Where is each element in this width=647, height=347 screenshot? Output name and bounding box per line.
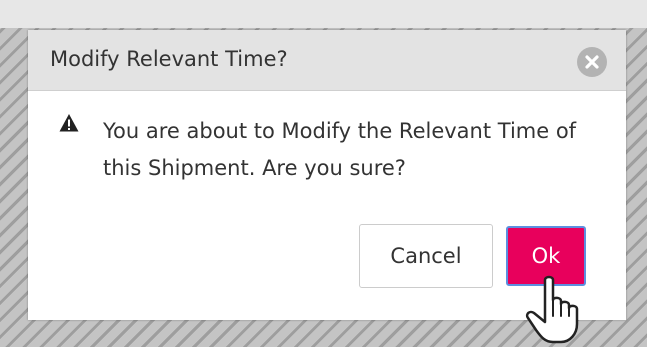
close-button[interactable] — [577, 47, 607, 77]
cancel-button[interactable]: Cancel — [359, 224, 493, 288]
warning-icon — [59, 114, 79, 132]
dialog-message: You are about to Modify the Relevant Tim… — [103, 119, 577, 180]
hand-pointer-cursor-icon — [525, 275, 579, 344]
background-panel — [0, 0, 647, 28]
close-icon — [585, 55, 599, 69]
dialog-title: Modify Relevant Time? — [50, 47, 288, 71]
dialog-header: Modify Relevant Time? — [28, 30, 626, 91]
